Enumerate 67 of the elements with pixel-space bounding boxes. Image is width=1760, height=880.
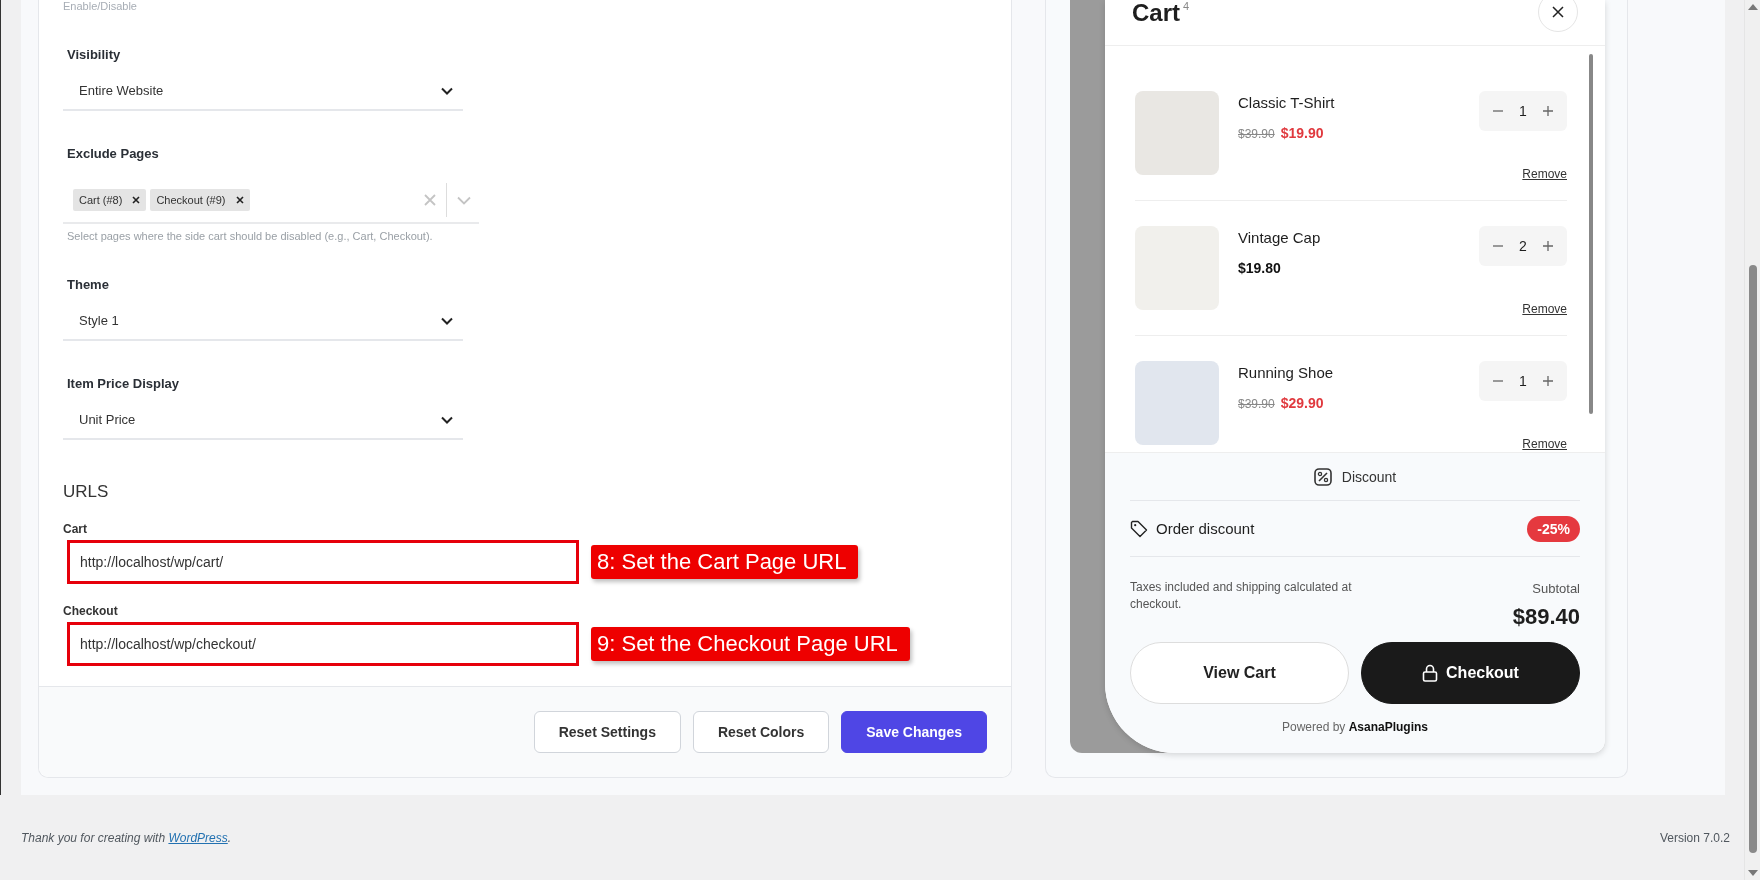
field-label: Item Price Display: [66, 376, 179, 392]
powered-by-text: Powered by AsanaPlugins: [1281, 720, 1429, 734]
footer-text: Thank you for creating with WordPress.: [21, 830, 232, 845]
action-button[interactable]: Reset Colors: [692, 711, 830, 753]
item-count: 4: [1183, 0, 1190, 12]
field-label: Theme: [66, 277, 109, 293]
section-heading: URLS: [63, 482, 109, 502]
discount-icon: [1313, 467, 1332, 486]
select-field[interactable]: Unit Price: [63, 401, 463, 440]
page-tag[interactable]: Cart (#8): [73, 189, 147, 211]
tax-note: Taxes included and shipping calculated at checkout.: [1130, 579, 1353, 613]
product-price: $19.90: [1280, 125, 1324, 141]
chevron-down-icon: [441, 86, 453, 95]
version-text: Version 7.0.2: [1659, 830, 1730, 845]
annotation-label: 9: Set the Checkout Page URL: [591, 627, 910, 661]
remove-link[interactable]: Remove: [1522, 302, 1567, 316]
help-text: Select pages where the side cart should be disabled (e.g., Cart, Checkout).: [66, 230, 433, 242]
remove-link[interactable]: Remove: [1522, 437, 1567, 451]
product-name: Vintage Cap: [1238, 229, 1321, 246]
tag-icon: [1130, 519, 1148, 538]
lock-icon: [1422, 664, 1439, 682]
url-input[interactable]: http://localhost/wp/cart/: [67, 540, 579, 584]
field-label: Cart: [63, 522, 87, 536]
product-price: $19.80: [1238, 260, 1281, 276]
action-button[interactable]: Save Changes: [841, 711, 987, 753]
select-field[interactable]: Entire Website: [63, 72, 463, 111]
order-discount-label: Order discount: [1156, 520, 1255, 537]
chevron-down-icon: [441, 316, 453, 325]
clear-icon[interactable]: [424, 194, 436, 206]
scrollbar[interactable]: [1589, 54, 1593, 414]
toggle-hint: Enable/Disable: [63, 0, 137, 12]
chevron-down-icon[interactable]: [457, 195, 471, 205]
original-price: $39.90: [1238, 127, 1275, 141]
scrollbar[interactable]: [1744, 0, 1760, 880]
discount-toggle[interactable]: Discount: [1341, 468, 1397, 485]
product-name: Classic T-Shirt: [1238, 94, 1335, 111]
cart-title: Cart: [1132, 0, 1180, 26]
field-label: Checkout: [63, 604, 118, 618]
quantity-value: 1: [1519, 103, 1527, 119]
wordpress-link[interactable]: WordPress: [168, 830, 228, 845]
quantity-value: 1: [1519, 373, 1527, 389]
remove-icon[interactable]: [235, 196, 244, 204]
field-label: Exclude Pages: [66, 146, 159, 162]
select-field[interactable]: Style 1: [63, 302, 463, 341]
plus-icon[interactable]: [1543, 241, 1553, 251]
url-input[interactable]: http://localhost/wp/checkout/: [67, 622, 579, 666]
plus-icon[interactable]: [1543, 376, 1553, 386]
annotation-label: 8: Set the Cart Page URL: [591, 545, 859, 579]
remove-icon[interactable]: [132, 196, 141, 204]
discount-badge: -25%: [1527, 515, 1580, 542]
close-icon: [1552, 6, 1564, 18]
cart-button[interactable]: Checkout: [1361, 642, 1580, 704]
remove-link[interactable]: Remove: [1522, 167, 1567, 181]
page-tag[interactable]: Checkout (#9): [150, 189, 250, 211]
subtotal-amount: $89.40: [1512, 604, 1580, 630]
action-button[interactable]: Reset Settings: [533, 711, 681, 753]
quantity-value: 2: [1519, 238, 1527, 254]
product-name: Running Shoe: [1238, 364, 1334, 381]
product-price: $29.90: [1280, 395, 1324, 411]
plus-icon[interactable]: [1543, 106, 1553, 116]
multiselect-field[interactable]: Cart (#8) Checkout (#9): [63, 178, 479, 224]
original-price: $39.90: [1238, 397, 1275, 411]
close-button[interactable]: [1538, 0, 1578, 32]
chevron-down-icon: [441, 415, 453, 424]
subtotal-label: Subtotal: [1531, 581, 1580, 596]
cart-button[interactable]: View Cart: [1130, 642, 1349, 704]
field-label: Visibility: [66, 47, 121, 63]
